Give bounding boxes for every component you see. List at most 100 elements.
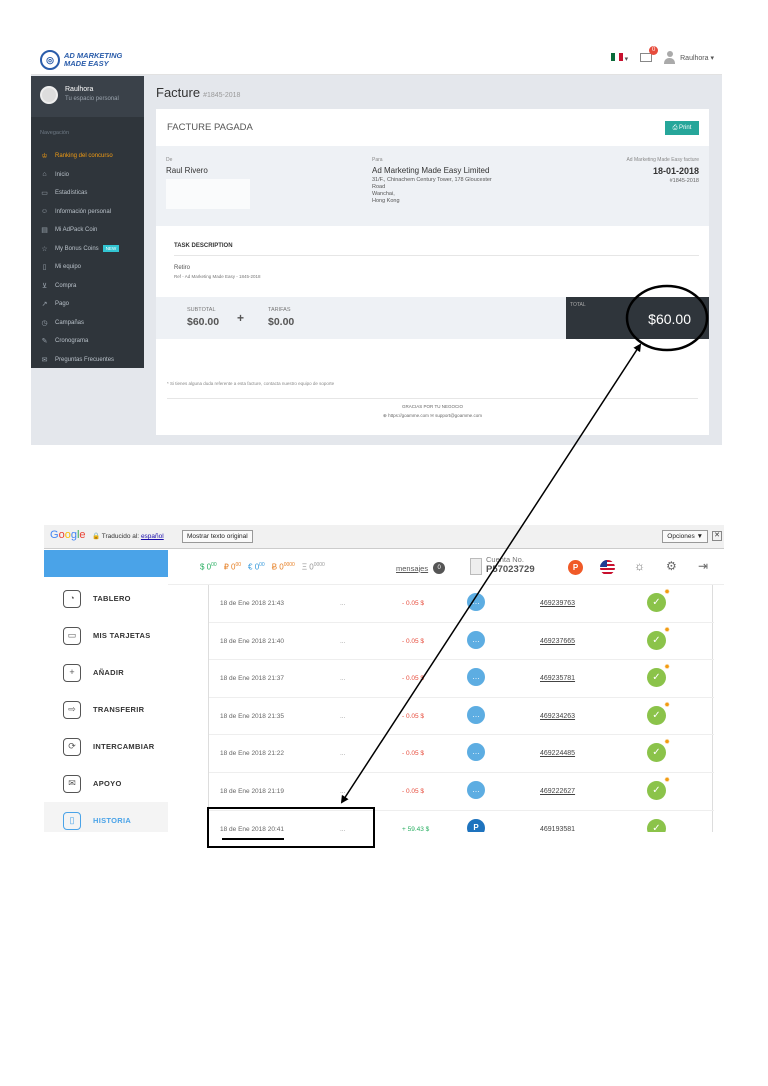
export-icon: ↗: [41, 301, 48, 309]
profile-subtitle: Tu espacio personal: [65, 96, 119, 102]
sidebar-item-10[interactable]: ◷ Campañas: [31, 314, 144, 333]
mail-icon[interactable]: 0: [640, 46, 659, 62]
sidebar-item-label: Estadísticas: [55, 190, 88, 197]
totals-bar: SUBTOTAL $60.00 + TARIFAS $0.00 TOTAL $6…: [156, 297, 709, 339]
chat-icon: …: [467, 743, 485, 762]
table-row[interactable]: 18 de Ene 2018 20:41... + 59.43 $ P 4691935…: [209, 811, 714, 832]
mail-count-badge: 0: [649, 46, 659, 55]
sidebar-item-5[interactable]: ▤ Mi AdPack Coin: [31, 221, 144, 240]
row-transaction-id[interactable]: 469193581: [540, 826, 575, 832]
user-menu-name: Raulhora ▾: [680, 54, 714, 62]
fees: TARIFAS $0.00: [268, 307, 295, 328]
sidebar-item-9[interactable]: ↗ Pago: [31, 295, 144, 314]
nav-item-mis tarjetas[interactable]: ▭ MIS TARJETAS: [44, 617, 168, 654]
row-detail: ...: [340, 825, 346, 832]
check-icon: ✓ ✹: [647, 777, 670, 800]
subtotal-amount: $60.00: [187, 316, 220, 328]
support-icon: ✉: [63, 774, 81, 793]
language-link[interactable]: español: [141, 533, 164, 540]
from-name: Raul Rivero: [166, 166, 208, 175]
nav-item-apoyo[interactable]: ✉ APOYO: [44, 765, 168, 802]
sidebar-item-8[interactable]: ⊻ Compra: [31, 277, 144, 296]
nav-item-transferir[interactable]: ⇨ TRANSFERIR: [44, 691, 168, 728]
table-row[interactable]: 18 de Ene 2018 21:19... - 0.05 $ … 46922262…: [209, 773, 714, 811]
close-icon[interactable]: ✕: [712, 531, 722, 541]
row-transaction-id[interactable]: 469237665: [540, 638, 575, 645]
nav-item-añadir[interactable]: + AÑADIR: [44, 654, 168, 691]
sidebar-item-label: Ranking del concurso: [55, 153, 113, 160]
gear-icon[interactable]: ⚙: [666, 559, 677, 573]
chat-icon: …: [467, 593, 485, 611]
sidebar-item-7[interactable]: ▯ Mi equipo: [31, 258, 144, 277]
table-row[interactable]: 18 de Ene 2018 21:37... - 0.05 $ … 46923578…: [209, 660, 714, 698]
chat-icon: ✉: [41, 356, 48, 364]
sidebar-item-label: Compra: [55, 282, 77, 289]
balances: $ 000 ₽ 000 € 000 Ƀ 00000 Ξ 00000: [200, 562, 325, 572]
row-transaction-id[interactable]: 469224485: [540, 750, 575, 757]
brightness-icon[interactable]: ☼: [634, 559, 645, 573]
from-label: De: [166, 157, 173, 163]
sidebar-item-2[interactable]: ⌂ Inicio: [31, 166, 144, 185]
nav-item-label: APOYO: [93, 779, 122, 788]
check-icon: ✓: [647, 818, 666, 832]
nav-heading: Navegación: [40, 130, 70, 136]
to-column: Para Ad Marketing Made Easy Limited 31/F…: [372, 157, 522, 205]
to-label: Para: [372, 157, 383, 163]
table-row[interactable]: 18 de Ene 2018 21:35... - 0.05 $ … 46923426…: [209, 698, 714, 736]
nav-item-label: MIS TARJETAS: [93, 631, 151, 640]
contact-links[interactable]: ⊕ https://goamme.com ✉ support@goamme.co…: [167, 413, 698, 419]
sidebar-item-4[interactable]: ☺ Información personal: [31, 203, 144, 222]
sidebar-item-label: Mi AdPack Coin: [55, 227, 98, 234]
balance-4: Ƀ 00000: [271, 562, 295, 572]
sidebar-item-1[interactable]: ♔ Ranking del concurso: [31, 147, 144, 166]
language-selector[interactable]: ▾: [610, 52, 628, 63]
row-detail: ...: [340, 750, 346, 758]
logout-icon[interactable]: ⇥: [698, 559, 708, 573]
row-transaction-id[interactable]: 469239763: [540, 600, 575, 607]
invoice-card: FACTURE PAGADA ⎙ Print De Raul Rivero Pa…: [156, 109, 709, 435]
sidebar-item-6[interactable]: ☆ My Bonus Coins NEW: [31, 240, 144, 259]
table-row[interactable]: 18 de Ene 2018 21:43... - 0.05 $ … 46923976…: [209, 585, 714, 623]
page-subtitle: #1845-2018: [203, 92, 241, 99]
history-screenshot: Google 🔒 Traducido al: español Mostrar t…: [44, 525, 724, 832]
to-name: Ad Marketing Made Easy Limited: [372, 166, 490, 175]
table-row[interactable]: 18 de Ene 2018 21:40... - 0.05 $ … 46923766…: [209, 623, 714, 661]
card-icon: ▭: [63, 626, 81, 645]
row-date: 18 de Ene 2018 21:40: [220, 637, 284, 645]
options-button[interactable]: Opciones ▼: [662, 530, 708, 543]
row-detail: ...: [340, 637, 346, 645]
messages-link[interactable]: mensajes 0: [396, 562, 446, 574]
row-transaction-id[interactable]: 469234263: [540, 713, 575, 720]
row-date: 18 de Ene 2018 21:37: [220, 675, 284, 683]
brand-logo[interactable]: ◎ AD MARKETING MADE EASY: [40, 50, 122, 70]
row-transaction-id[interactable]: 469235781: [540, 675, 575, 682]
print-button[interactable]: ⎙ Print: [665, 121, 699, 135]
account-info[interactable]: Cuenta No. P57023729: [486, 555, 535, 575]
show-original-button[interactable]: Mostrar texto original: [182, 530, 253, 543]
us-flag-icon[interactable]: [600, 560, 615, 575]
chat-icon: …: [467, 630, 485, 649]
pin-icon: ✎: [41, 338, 48, 346]
exchange-icon: ⟳: [63, 737, 81, 756]
row-transaction-id[interactable]: 469222627: [540, 788, 575, 795]
sidebar-profile[interactable]: Raulhora Tu espacio personal: [31, 76, 144, 117]
logo-mark-icon: ◎: [40, 50, 60, 70]
clock-icon: ◷: [41, 319, 48, 327]
sidebar-item-11[interactable]: ✎ Cronograma: [31, 332, 144, 351]
nav-item-historia[interactable]: ▯ HISTORIA: [44, 802, 168, 832]
row-amount: - 0.05 $: [402, 788, 425, 795]
payeer-icon[interactable]: P: [568, 560, 583, 575]
table-row[interactable]: 18 de Ene 2018 21:22... - 0.05 $ … 46922448…: [209, 735, 714, 773]
subtotal: SUBTOTAL $60.00: [187, 307, 220, 328]
logo-line-2: MADE EASY: [64, 59, 109, 68]
user-menu[interactable]: Raulhora ▾: [664, 51, 714, 64]
nav-item-label: HISTORIA: [93, 816, 132, 825]
nav-item-tablero[interactable]: ◔ TABLERO: [44, 580, 168, 617]
nav-item-intercambiar[interactable]: ⟳ INTERCAMBIAR: [44, 728, 168, 765]
row-date: 18 de Ene 2018 21:22: [220, 750, 284, 758]
user-icon: ☺: [40, 208, 49, 216]
sidebar-item-12[interactable]: ✉ Preguntas Frecuentes: [31, 351, 144, 370]
row-date: 18 de Ene 2018 20:41: [220, 825, 284, 832]
sidebar-item-3[interactable]: ▭ Estadísticas: [31, 184, 144, 203]
balance-3: € 000: [248, 562, 265, 572]
